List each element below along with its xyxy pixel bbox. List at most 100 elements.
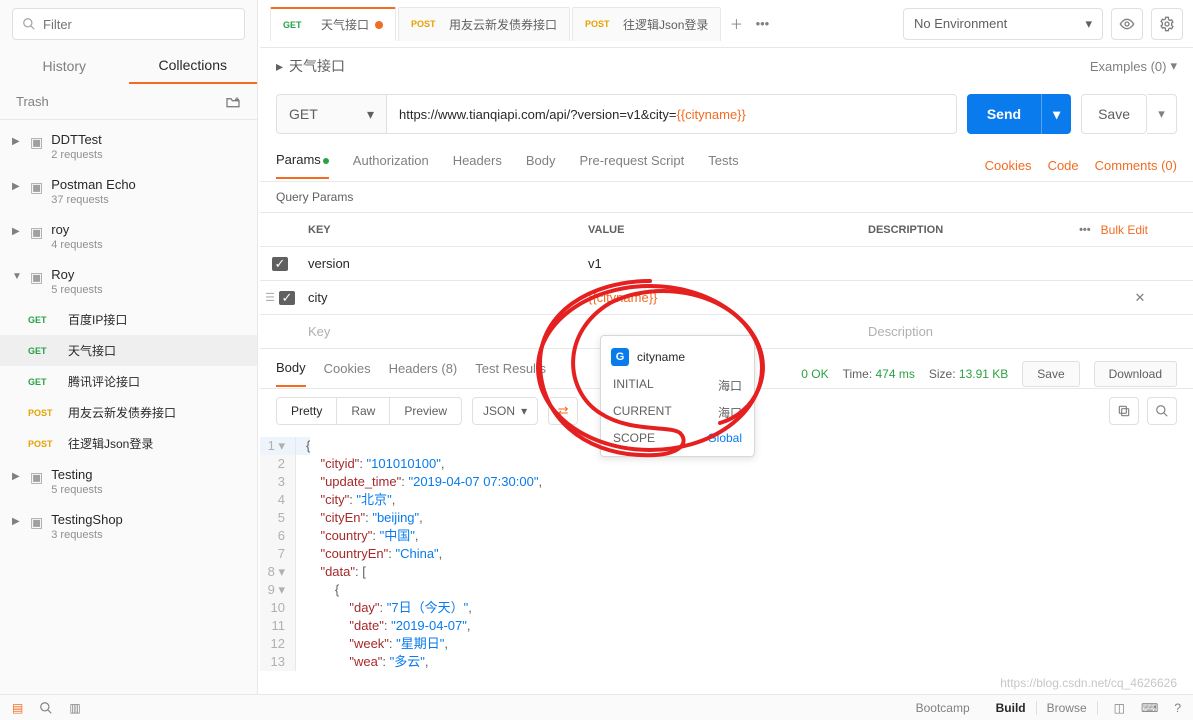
download-response-button[interactable]: Download (1094, 361, 1177, 387)
two-pane-icon[interactable]: ◫ (1114, 701, 1125, 715)
response-body-tab[interactable]: Body (276, 360, 306, 387)
collections-tab[interactable]: Collections (129, 48, 258, 84)
view-mode-switch: Pretty Raw Preview (276, 397, 462, 425)
checkbox-checked[interactable]: ✓ (279, 291, 295, 305)
param-value[interactable]: v1 (580, 250, 860, 277)
folder-count: 4 requests (51, 239, 102, 251)
http-method-select[interactable]: GET ▾ (276, 94, 386, 134)
tests-tab[interactable]: Tests (708, 153, 738, 178)
folder-icon: ▣ (30, 467, 43, 486)
authorization-tab[interactable]: Authorization (353, 153, 429, 178)
trash-link[interactable]: Trash (16, 94, 49, 109)
tab-yonyou-bond[interactable]: POST 用友云新发债券接口 (398, 7, 570, 41)
folder-testing[interactable]: ▶ ▣ Testing5 requests (0, 459, 257, 504)
chevron-down-icon: ▼ (12, 267, 22, 282)
pretty-view[interactable]: Pretty (277, 398, 337, 424)
folder-count: 37 requests (51, 194, 136, 206)
preview-view[interactable]: Preview (390, 398, 461, 424)
current-label: CURRENT (613, 404, 672, 421)
send-label: Send (967, 106, 1041, 122)
prerequest-tab[interactable]: Pre-request Script (579, 153, 684, 178)
save-button[interactable]: Save (1081, 94, 1147, 134)
bulk-edit-link[interactable]: Bulk Edit (1101, 223, 1148, 237)
browse-mode[interactable]: Browse (1037, 701, 1098, 715)
col-value: VALUE (580, 216, 860, 244)
send-options-caret[interactable]: ▾ (1041, 94, 1071, 134)
body-tab[interactable]: Body (526, 153, 556, 178)
folder-ddttest[interactable]: ▶ ▣ DDTTest2 requests (0, 124, 257, 169)
request-name: 百度IP接口 (68, 311, 127, 328)
examples-dropdown[interactable]: Examples (0) ▾ (1090, 58, 1177, 74)
folder-name: Roy (51, 267, 102, 282)
folder-roy[interactable]: ▼ ▣ Roy5 requests (0, 259, 257, 304)
col-key: KEY (300, 216, 580, 244)
delete-row-button[interactable]: ✕ (1120, 284, 1160, 312)
history-tab[interactable]: History (0, 48, 129, 84)
variable-name: cityname (637, 350, 685, 364)
save-options-caret[interactable]: ▾ (1147, 94, 1177, 134)
keyboard-shortcuts-icon[interactable]: ⌨ (1141, 701, 1158, 715)
folder-count: 5 requests (51, 284, 102, 296)
columns-more-icon[interactable]: ••• (1079, 224, 1091, 236)
comments-link[interactable]: Comments (0) (1095, 158, 1177, 173)
build-mode[interactable]: Build (986, 701, 1037, 715)
response-body[interactable]: 1 ▾{ 2 "cityid": "101010100", 3 "update_… (260, 433, 1193, 694)
bootcamp-link[interactable]: Bootcamp (916, 701, 970, 715)
global-scope-badge-icon: G (611, 348, 629, 366)
help-icon[interactable]: ? (1174, 701, 1181, 715)
tab-tianqi[interactable]: GET 天气接口 (270, 7, 396, 41)
scope-value: Global (707, 431, 742, 445)
scope-label: SCOPE (613, 431, 655, 445)
sidebar-toggle-icon[interactable]: ▤ (12, 701, 23, 715)
request-item-baidu-ip[interactable]: GET百度IP接口 (0, 304, 257, 335)
folder-icon: ▣ (30, 132, 43, 151)
size-value: 13.91 KB (959, 367, 1008, 381)
drag-handle-icon[interactable]: ☰ (265, 291, 275, 304)
request-item-tianqi[interactable]: GET天气接口 (0, 335, 257, 366)
folder-name: Testing (51, 467, 102, 482)
cookies-link[interactable]: Cookies (985, 158, 1032, 173)
chevron-right-icon: ▶ (12, 467, 22, 482)
search-response-button[interactable] (1147, 397, 1177, 425)
environment-select[interactable]: No Environment ▾ (903, 8, 1103, 40)
filter-input[interactable] (12, 8, 245, 40)
request-item-tencent-comment[interactable]: GET腾讯评论接口 (0, 366, 257, 397)
chevron-right-icon: ▶ (12, 222, 22, 237)
send-button[interactable]: Send ▾ (967, 94, 1071, 134)
format-select[interactable]: JSON▾ (472, 397, 538, 425)
console-icon[interactable]: ▥ (69, 701, 80, 715)
response-cookies-tab[interactable]: Cookies (324, 361, 371, 386)
raw-view[interactable]: Raw (337, 398, 390, 424)
copy-response-button[interactable] (1109, 397, 1139, 425)
search-icon (22, 17, 36, 31)
code-link[interactable]: Code (1048, 158, 1079, 173)
save-response-button[interactable]: Save (1022, 361, 1079, 387)
param-key[interactable]: city (300, 284, 580, 311)
param-key[interactable]: version (300, 250, 580, 277)
new-collection-icon[interactable] (225, 95, 241, 109)
new-tab-button[interactable]: ＋ (723, 11, 749, 37)
folder-count: 3 requests (51, 529, 123, 541)
request-item-logic-json-login[interactable]: POST往逻辑Json登录 (0, 428, 257, 459)
checkbox-checked[interactable]: ✓ (272, 257, 288, 271)
find-icon[interactable] (39, 701, 53, 715)
tab-logic-json-login[interactable]: POST 往逻辑Json登录 (572, 7, 721, 41)
folder-postman-echo[interactable]: ▶ ▣ Postman Echo37 requests (0, 169, 257, 214)
tab-overflow-button[interactable]: ••• (749, 11, 775, 37)
chevron-right-icon: ▸ (276, 58, 283, 75)
url-input[interactable]: https://www.tianqiapi.com/api/?version=v… (386, 94, 957, 134)
folder-testingshop[interactable]: ▶ ▣ TestingShop3 requests (0, 504, 257, 549)
param-desc-placeholder[interactable]: Description (860, 318, 1120, 345)
param-key-placeholder[interactable]: Key (300, 318, 580, 345)
params-tab[interactable]: Params (276, 152, 329, 179)
variable-tooltip: G cityname INITIAL海口 CURRENT海口 SCOPEGlob… (600, 335, 755, 457)
env-quicklook-button[interactable] (1111, 8, 1143, 40)
response-tests-tab[interactable]: Test Results (475, 361, 546, 386)
wrap-lines-button[interactable]: ⇄ (548, 397, 578, 425)
response-headers-tab[interactable]: Headers (8) (389, 361, 458, 386)
headers-tab[interactable]: Headers (453, 153, 502, 178)
settings-button[interactable] (1151, 8, 1183, 40)
request-item-yonyou-bond[interactable]: POST用友云新发债券接口 (0, 397, 257, 428)
folder-roy-lower[interactable]: ▶ ▣ roy4 requests (0, 214, 257, 259)
param-value[interactable]: {{cityname}} (580, 284, 860, 311)
